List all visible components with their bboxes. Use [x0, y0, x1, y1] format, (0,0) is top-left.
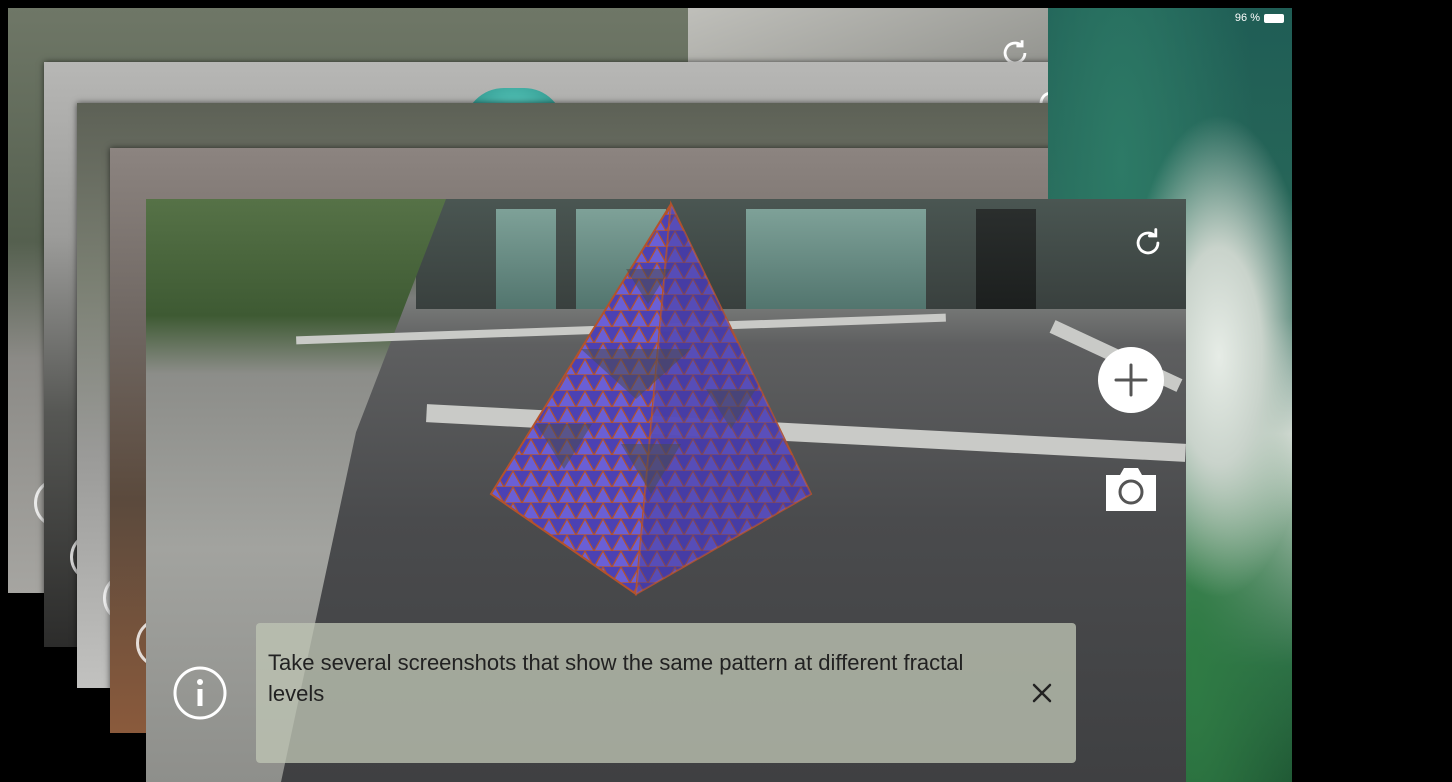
refresh-button[interactable]	[1128, 223, 1168, 263]
info-button[interactable]	[172, 665, 228, 721]
info-icon	[173, 666, 227, 720]
refresh-icon	[1136, 228, 1160, 255]
close-icon	[1032, 683, 1052, 703]
sierpinski-pyramid[interactable]	[486, 199, 816, 599]
dark-panel	[976, 209, 1036, 309]
battery-icon	[1264, 13, 1284, 23]
hint-text: Take several screenshots that show the s…	[268, 650, 964, 706]
close-hint-button[interactable]	[1022, 673, 1062, 713]
add-button[interactable]	[1098, 347, 1164, 413]
status-bar: 96 %	[1235, 12, 1284, 24]
plus-icon	[1114, 363, 1148, 397]
hint-banner: Take several screenshots that show the s…	[256, 623, 1076, 763]
battery-text: 96 %	[1234, 12, 1260, 24]
camera-icon	[1106, 468, 1156, 511]
ar-camera-view[interactable]: Take several screenshots that show the s…	[146, 199, 1186, 782]
camera-button[interactable]	[1102, 463, 1160, 515]
